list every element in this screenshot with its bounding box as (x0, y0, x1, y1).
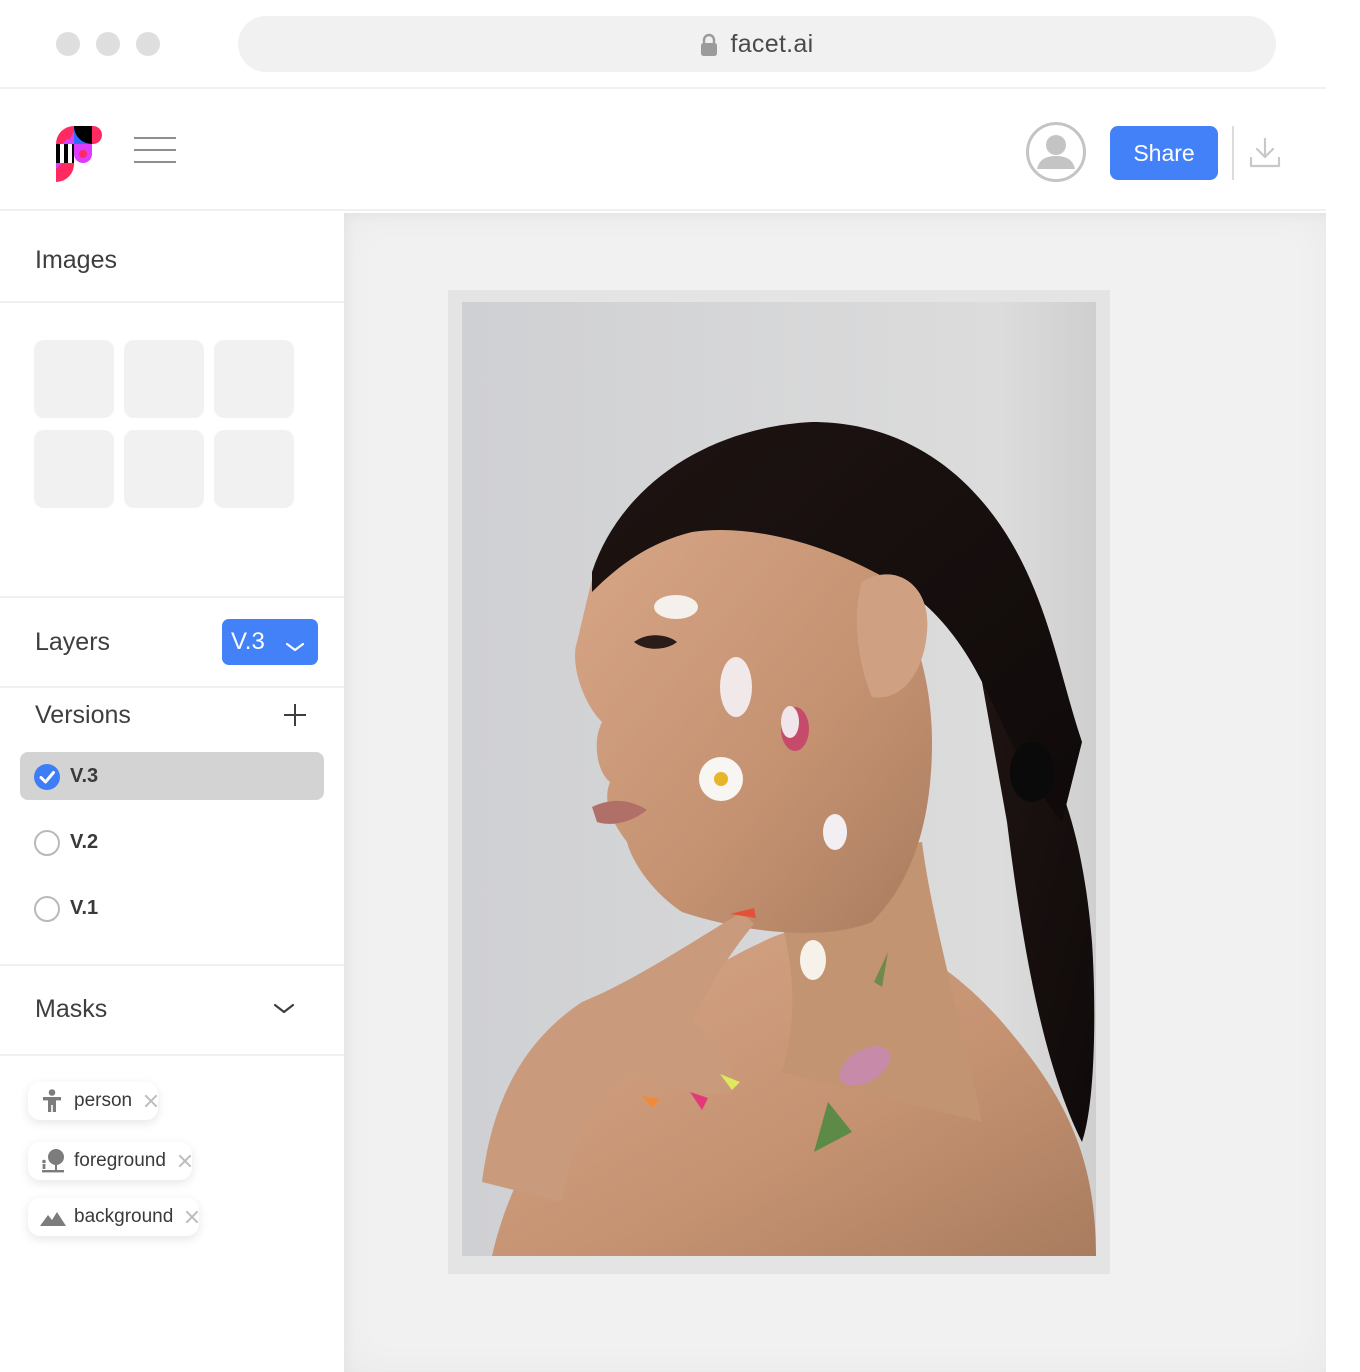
address-bar[interactable]: facet.ai (238, 16, 1276, 72)
image-thumbnail[interactable] (34, 430, 114, 508)
download-icon[interactable] (1249, 137, 1281, 169)
masks-section-title: Masks (35, 995, 108, 1023)
lock-icon (700, 33, 718, 57)
divider (0, 686, 344, 688)
window-maximize-dot[interactable] (136, 32, 160, 56)
mask-chip-person[interactable]: person (28, 1082, 159, 1120)
version-label: V.2 (70, 830, 99, 853)
mask-chip-background[interactable]: background (28, 1198, 200, 1236)
header-divider (1232, 126, 1234, 180)
divider (0, 1054, 344, 1056)
image-thumbnail[interactable] (214, 340, 294, 418)
canvas-area[interactable] (344, 213, 1326, 1372)
remove-mask-x-icon[interactable] (178, 1154, 192, 1168)
photo-scrunchie (1010, 742, 1054, 802)
photo-flower (720, 657, 752, 717)
chevron-down-icon (285, 633, 305, 652)
person-icon (40, 1089, 66, 1113)
user-avatar-icon[interactable] (1026, 122, 1086, 182)
divider (0, 964, 344, 966)
images-section-title: Images (35, 246, 117, 274)
photo-flower (823, 814, 847, 850)
radio-circle-icon[interactable] (34, 896, 60, 922)
chevron-down-icon[interactable] (272, 1002, 296, 1016)
image-thumbnail[interactable] (214, 430, 294, 508)
versions-section-title: Versions (35, 701, 131, 729)
radio-circle-icon[interactable] (34, 830, 60, 856)
app-header: Share (0, 91, 1326, 211)
checked-circle-icon[interactable] (34, 764, 60, 790)
image-thumbnail[interactable] (34, 340, 114, 418)
version-item-v2[interactable]: V.2 (20, 818, 324, 866)
divider (0, 301, 344, 303)
version-item-v3[interactable]: V.3 (20, 752, 324, 800)
window-close-dot[interactable] (56, 32, 80, 56)
version-select-value: V.3 (231, 628, 265, 655)
layers-section-title: Layers (35, 628, 111, 656)
photo-flower (654, 595, 698, 619)
mountain-icon (40, 1205, 66, 1229)
add-version-plus-icon[interactable] (284, 704, 306, 726)
window-minimize-dot[interactable] (96, 32, 120, 56)
divider (0, 596, 344, 598)
version-select[interactable]: V.3 (222, 619, 318, 665)
version-label: V.3 (70, 764, 99, 787)
photo-daisy-center (714, 772, 728, 786)
mask-chip-label: foreground (74, 1150, 166, 1171)
facet-logo[interactable] (56, 126, 102, 183)
url-text: facet.ai (730, 29, 814, 58)
sidebar: Images Layers V.3 Versions V.3 V.2 V.1 M… (0, 213, 344, 1372)
hamburger-menu-icon[interactable] (134, 137, 176, 165)
mask-chip-label: person (74, 1090, 133, 1111)
version-item-v1[interactable]: V.1 (20, 884, 324, 932)
photo-flower (781, 706, 799, 738)
image-thumbnail[interactable] (124, 430, 204, 508)
mask-chip-foreground[interactable]: foreground (28, 1142, 192, 1180)
share-button[interactable]: Share (1110, 126, 1218, 180)
remove-mask-x-icon[interactable] (144, 1094, 158, 1108)
remove-mask-x-icon[interactable] (185, 1210, 199, 1224)
browser-chrome: facet.ai (0, 0, 1326, 89)
foreground-icon (40, 1149, 66, 1173)
image-thumbnail[interactable] (124, 340, 204, 418)
image-frame (448, 290, 1110, 1274)
portrait-photo[interactable] (462, 302, 1096, 1256)
version-label: V.1 (70, 896, 99, 919)
photo-flower (800, 940, 826, 980)
mask-chip-label: background (74, 1206, 174, 1227)
